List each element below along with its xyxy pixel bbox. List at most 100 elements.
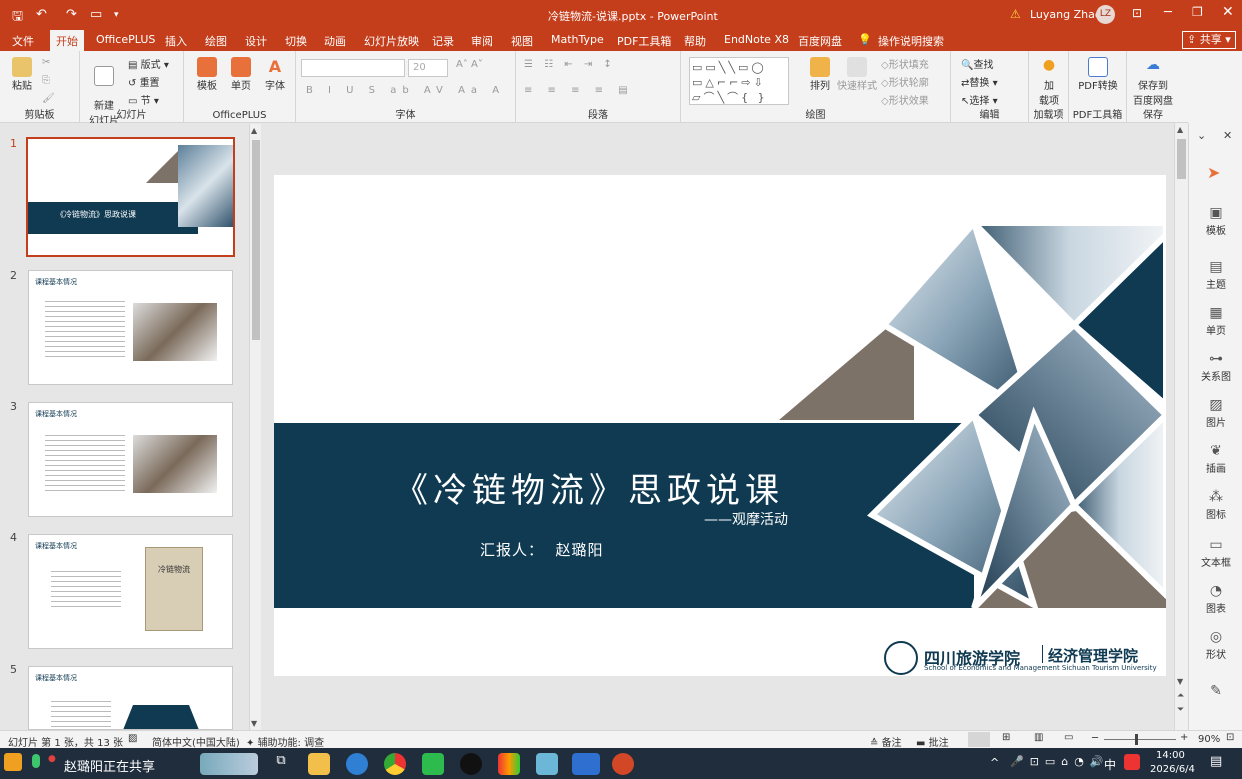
tab-design[interactable]: 设计 [245, 33, 267, 49]
spellcheck-icon[interactable]: ▨ [128, 733, 137, 744]
pane-textbox[interactable]: ▭ 文本框 [1189, 537, 1242, 569]
tab-endnote[interactable]: EndNote X8 [724, 33, 789, 46]
zoom-slider-thumb[interactable] [1135, 734, 1138, 745]
collapse-icon[interactable]: ⌄ [1197, 129, 1206, 142]
slide-scrollbar[interactable]: ▲ ▼ ⏶ ⏷ [1174, 123, 1188, 730]
pane-chart[interactable]: ◔ 图表 [1189, 583, 1242, 615]
slide-title[interactable]: 《冷链物流》思政说课 [394, 463, 784, 512]
pane-diagram[interactable]: ⊶ 关系图 [1189, 351, 1242, 383]
save-icon[interactable]: 🖫 [12, 7, 23, 29]
tab-mathtype[interactable]: MathType [551, 33, 604, 46]
scroll-up-icon[interactable]: ▲ [251, 126, 257, 135]
slide-sorter-icon[interactable]: ⊞ [1002, 732, 1010, 743]
desktop-widget[interactable] [200, 753, 258, 775]
scroll-down-icon[interactable]: ▼ [251, 719, 257, 728]
wechat-icon[interactable] [422, 753, 444, 775]
tab-home[interactable]: 开始 [50, 30, 84, 51]
copy-icon[interactable]: ⎘ [42, 75, 50, 86]
quick-styles-button[interactable]: 快速样式 [837, 57, 877, 92]
list-buttons[interactable]: ☰ ☷ ⇤ ⇥ ↕ [524, 59, 616, 70]
minimize-icon[interactable]: ─ [1164, 5, 1172, 20]
replace-button[interactable]: ⇄替换 ▾ [961, 74, 998, 89]
file-explorer-icon[interactable] [308, 753, 330, 775]
cut-icon[interactable]: ✂ [42, 57, 50, 68]
thumbnail-slide-3[interactable]: 课程基本情况 [28, 402, 233, 517]
zoom-level[interactable]: 90% [1198, 734, 1220, 745]
section-button[interactable]: ▭ 节 ▾ [128, 92, 159, 107]
shape-fill-button[interactable]: ◇形状填充 [881, 56, 929, 71]
pane-icons[interactable]: ⁂ 图标 [1189, 489, 1242, 521]
close-pane-icon[interactable]: ✕ [1223, 129, 1232, 142]
pane-picture[interactable]: ▨ 图片 [1189, 397, 1242, 429]
pane-theme[interactable]: ▤ 主题 [1189, 259, 1242, 291]
pane-template[interactable]: ▣ 模板 [1189, 205, 1242, 237]
mic-icon[interactable] [32, 754, 40, 768]
tray-icons[interactable]: 🎤⊡▭⌂◔🔊 [1010, 755, 1110, 768]
scroll-thumb[interactable] [252, 140, 260, 340]
fit-slide-icon[interactable]: ⊡ [1226, 732, 1234, 743]
arrange-button[interactable]: 排列 [805, 57, 835, 92]
single-page-button[interactable]: 单页 [226, 57, 256, 92]
user-name[interactable]: Luyang Zhao [1030, 8, 1102, 21]
ribbon-display-icon[interactable]: ⊡ [1132, 6, 1142, 20]
paste-button[interactable]: 粘贴 [6, 57, 38, 92]
slideshow-icon[interactable]: ▭ [1064, 732, 1073, 743]
thumbnails-scrollbar[interactable]: ▲ ▼ [249, 124, 261, 730]
app-grid-icon[interactable] [498, 753, 520, 775]
tab-help[interactable]: 帮助 [684, 33, 706, 49]
tab-review[interactable]: 审阅 [471, 33, 493, 49]
zoom-out-icon[interactable]: ─ [1092, 733, 1098, 744]
accessibility-status[interactable]: ✦ 辅助功能: 调查 [246, 734, 324, 749]
font-size-input[interactable]: 20 [408, 59, 448, 77]
current-slide[interactable]: 《冷链物流》思政说课 ——观摩活动 汇报人： 赵璐阳 四川旅游学院 经济管理学院… [274, 175, 1166, 676]
scroll-thumb[interactable] [1177, 139, 1186, 179]
ime-indicator[interactable]: 中 [1104, 756, 1116, 773]
tab-baidu[interactable]: 百度网盘 [798, 33, 842, 49]
close-icon[interactable]: ✕ [1222, 4, 1234, 20]
font-format-buttons[interactable]: B I U S ab AV Aa A [306, 85, 505, 96]
tab-record[interactable]: 记录 [432, 33, 454, 49]
meeting-user-icon[interactable] [4, 753, 22, 771]
tab-view[interactable]: 视图 [511, 33, 533, 49]
comments-button[interactable]: ▬ 批注 [916, 734, 949, 749]
align-buttons[interactable]: ≡ ≡ ≡ ≡ ▤ [524, 85, 634, 96]
reset-button[interactable]: ↺ 重置 [128, 74, 160, 89]
tab-transitions[interactable]: 切换 [285, 33, 307, 49]
tab-insert[interactable]: 插入 [165, 33, 187, 49]
edge-icon[interactable] [346, 753, 368, 775]
previous-slide-icon[interactable]: ⏶ [1177, 691, 1184, 701]
tab-slideshow[interactable]: 幻灯片放映 [364, 33, 419, 49]
app-icon[interactable] [536, 753, 558, 775]
thumbnail-slide-1[interactable]: 《冷链物流》思政说课 [26, 137, 235, 257]
format-painter-icon[interactable]: 🖌 [42, 93, 55, 104]
presenter[interactable]: 汇报人： 赵璐阳 [480, 539, 604, 560]
undo-icon[interactable]: ↶ [36, 7, 47, 22]
shapes-gallery[interactable]: ▭▭╲╲▭◯ ▭△⌐⌐⇨⇩ ▱⌒╲⌒{ } [689, 57, 789, 105]
addins-button[interactable]: ● 加 载项 [1033, 57, 1065, 107]
pane-single-page[interactable]: ▦ 单页 [1189, 305, 1242, 337]
thumbnail-slide-5[interactable]: 课程基本情况 [28, 666, 233, 730]
thumbnail-slide-4[interactable]: 课程基本情况 冷链物流 [28, 534, 233, 649]
qq-icon[interactable] [460, 753, 482, 775]
scroll-up-icon[interactable]: ▲ [1177, 125, 1183, 134]
next-slide-icon[interactable]: ⏷ [1177, 705, 1184, 715]
zoom-in-icon[interactable]: + [1180, 732, 1188, 743]
slide-subtitle[interactable]: ——观摩活动 [704, 509, 788, 529]
tab-file[interactable]: 文件 [12, 33, 34, 49]
notes-button[interactable]: ≙ 备注 [870, 734, 902, 749]
customize-toolbar-icon[interactable]: ▾ [114, 10, 119, 20]
grow-font-icon[interactable]: A˄ A˅ [456, 59, 483, 70]
shape-effects-button[interactable]: ◇形状效果 [881, 92, 929, 107]
shape-outline-button[interactable]: ◇形状轮廓 [881, 74, 929, 89]
scroll-down-icon[interactable]: ▼ [1177, 677, 1183, 686]
meeting-app-icon[interactable] [572, 753, 600, 775]
save-baidu-button[interactable]: ☁ 保存到 百度网盘 [1129, 57, 1177, 107]
pane-illustration[interactable]: ❦ 插画 [1189, 443, 1242, 475]
pane-shapes[interactable]: ◎ 形状 [1189, 629, 1242, 661]
tray-expand-icon[interactable]: ^ [990, 756, 999, 769]
sharing-status[interactable]: 赵璐阳正在共享 [64, 756, 155, 775]
powerpoint-icon[interactable] [612, 753, 634, 775]
thumbnail-slide-2[interactable]: 课程基本情况 [28, 270, 233, 385]
normal-view-button[interactable] [968, 732, 990, 747]
layout-button[interactable]: ▤ 版式 ▾ [128, 56, 169, 71]
